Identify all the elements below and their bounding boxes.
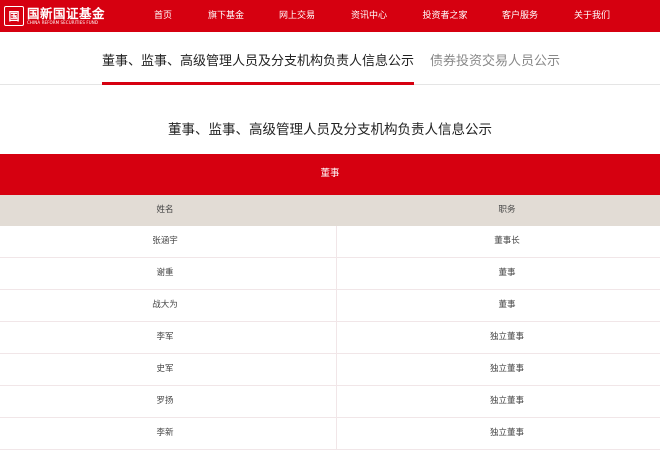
table-row: 李新 独立董事 xyxy=(0,418,660,450)
table-row: 谢重 董事 xyxy=(0,258,660,290)
column-divider xyxy=(336,322,337,354)
nav-item-funds[interactable]: 旗下基金 xyxy=(208,0,244,32)
cell-position: 独立董事 xyxy=(489,428,525,438)
cell-name: 谢重 xyxy=(156,268,174,278)
nav-item-home[interactable]: 首页 xyxy=(154,0,172,32)
top-navigation-bar: 国 国新国证基金 CHINA REFORM SECURITIES FUND 首页… xyxy=(0,0,660,32)
table-row: 张涵宇 董事长 xyxy=(0,226,660,258)
column-divider xyxy=(336,226,337,258)
tab-management-disclosure[interactable]: 董事、监事、高级管理人员及分支机构负责人信息公示 xyxy=(102,32,414,85)
nav-item-customer-service[interactable]: 客户服务 xyxy=(502,0,538,32)
column-divider xyxy=(336,290,337,322)
cell-name: 史军 xyxy=(156,364,174,374)
logo-seal-icon: 国 xyxy=(4,6,24,26)
nav-item-investor-home[interactable]: 投资者之家 xyxy=(422,0,467,32)
logo-text: 国新国证基金 CHINA REFORM SECURITIES FUND xyxy=(27,7,105,26)
column-divider xyxy=(336,418,337,450)
cell-name: 李军 xyxy=(156,332,174,342)
disclosure-tabs: 董事、监事、高级管理人员及分支机构负责人信息公示 债券投资交易人员公示 xyxy=(0,32,660,85)
column-divider xyxy=(336,354,337,386)
table-header: 姓名 职务 xyxy=(0,195,660,226)
nav-item-about-us[interactable]: 关于我们 xyxy=(574,0,610,32)
table-row: 史军 独立董事 xyxy=(0,354,660,386)
nav-item-online-trading[interactable]: 网上交易 xyxy=(279,0,315,32)
brand-name-en: CHINA REFORM SECURITIES FUND xyxy=(27,19,99,25)
column-header-name: 姓名 xyxy=(156,205,174,215)
cell-name: 战大为 xyxy=(152,300,178,310)
cell-name: 罗扬 xyxy=(156,396,174,406)
page-title: 董事、监事、高级管理人员及分支机构负责人信息公示 xyxy=(168,122,492,138)
column-divider xyxy=(336,386,337,418)
nav-item-news[interactable]: 资讯中心 xyxy=(351,0,387,32)
table-row: 李军 独立董事 xyxy=(0,322,660,354)
brand-name-cn: 国新国证基金 xyxy=(27,5,106,21)
cell-position: 董事 xyxy=(498,300,516,310)
section-header-directors: 董事 xyxy=(0,154,660,195)
cell-position: 董事长 xyxy=(494,236,520,246)
cell-position: 董事 xyxy=(498,268,516,278)
table-row: 战大为 董事 xyxy=(0,290,660,322)
column-header-position: 职务 xyxy=(498,205,516,215)
cell-name: 李新 xyxy=(156,428,174,438)
active-tab-indicator xyxy=(102,82,414,85)
cell-name: 张涵宇 xyxy=(152,236,178,246)
cell-position: 独立董事 xyxy=(489,396,525,406)
brand-logo[interactable]: 国 国新国证基金 CHINA REFORM SECURITIES FUND xyxy=(4,5,105,27)
cell-position: 独立董事 xyxy=(489,332,525,342)
cell-position: 独立董事 xyxy=(489,364,525,374)
table-row: 罗扬 独立董事 xyxy=(0,386,660,418)
tab-bond-trader-disclosure[interactable]: 债券投资交易人员公示 xyxy=(430,32,560,85)
column-divider xyxy=(336,258,337,290)
